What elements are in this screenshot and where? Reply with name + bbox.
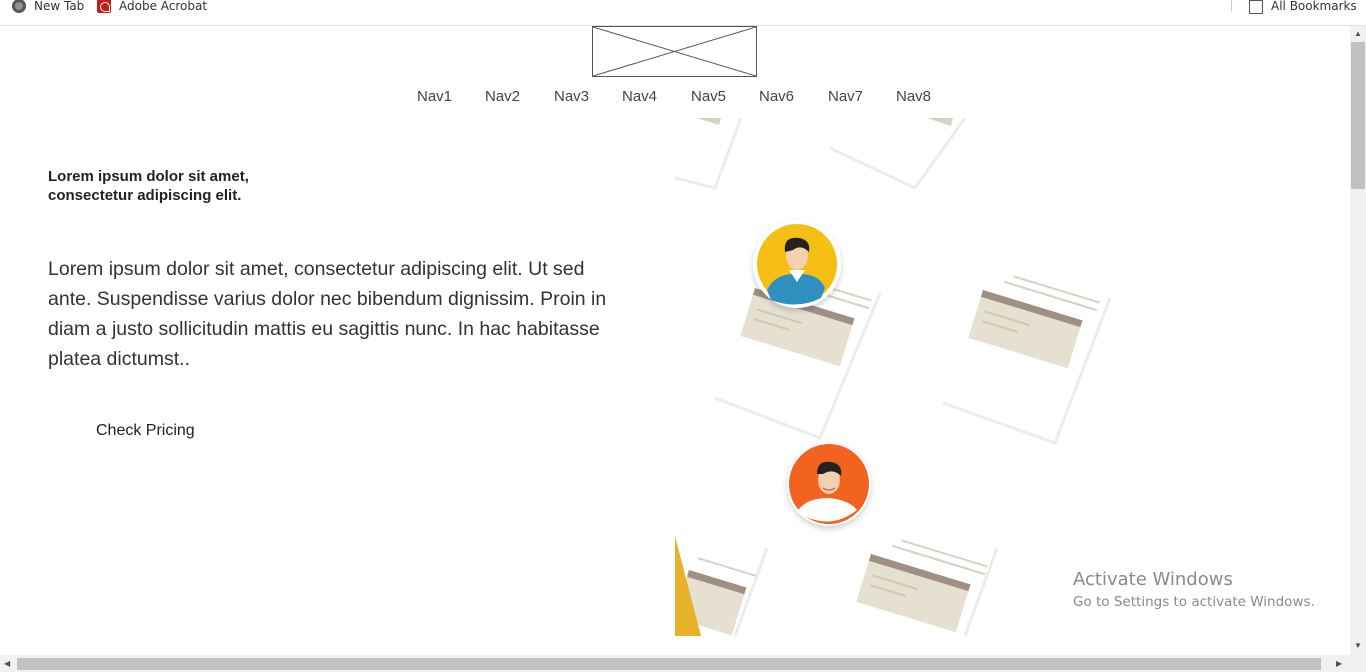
nav-item-3[interactable]: Nav3 (554, 88, 589, 105)
nav-item-5[interactable]: Nav5 (691, 88, 726, 105)
acrobat-icon (97, 0, 111, 13)
image-placeholder-icon (593, 27, 756, 76)
nav-item-6[interactable]: Nav6 (759, 88, 794, 105)
watermark-title: Activate Windows (1073, 569, 1233, 590)
bookmark-label: Adobe Acrobat (119, 0, 208, 13)
watermark-subtitle: Go to Settings to activate Windows. (1073, 594, 1315, 610)
hero-subtitle: Lorem ipsum dolor sit amet, consectetur … (48, 168, 249, 204)
nav-item-7[interactable]: Nav7 (828, 88, 863, 105)
scroll-left-arrow-icon[interactable]: ◀ (4, 660, 10, 668)
bookmark-label: New Tab (34, 0, 85, 13)
nav-item-1[interactable]: Nav1 (417, 88, 452, 105)
all-bookmarks-label: All Bookmarks (1271, 0, 1357, 13)
scroll-right-arrow-icon[interactable]: ▶ (1336, 660, 1342, 668)
bookmark-new-tab[interactable]: New Tab (12, 0, 84, 15)
nav-item-8[interactable]: Nav8 (896, 88, 931, 105)
hero-body: Lorem ipsum dolor sit amet, consectetur … (48, 258, 607, 370)
bookmarks-divider (1231, 0, 1232, 12)
globe-icon (12, 0, 26, 13)
nav-item-2[interactable]: Nav2 (485, 88, 520, 105)
folder-icon (1248, 0, 1263, 14)
main-nav: Nav1 Nav2 Nav3 Nav4 Nav5 Nav6 Nav7 Nav8 (400, 88, 950, 112)
bookmarks-bar: New Tab Adobe Acrobat All Bookmarks (0, 0, 1366, 26)
vertical-scrollbar-thumb[interactable] (1351, 42, 1365, 189)
scroll-down-arrow-icon[interactable]: ▼ (1354, 642, 1362, 650)
check-pricing-button[interactable]: Check Pricing (96, 422, 195, 440)
page-content: Nav1 Nav2 Nav3 Nav4 Nav5 Nav6 Nav7 Nav8 … (0, 26, 1350, 655)
illustration-graphic (675, 118, 1112, 636)
profile-cards-illustration (675, 118, 1125, 636)
bookmark-adobe-acrobat[interactable]: Adobe Acrobat (97, 0, 207, 15)
nav-item-4[interactable]: Nav4 (622, 88, 657, 105)
activate-windows-watermark: Activate Windows Go to Settings to activ… (1073, 569, 1315, 611)
all-bookmarks-button[interactable]: All Bookmarks (1248, 0, 1357, 15)
scroll-up-arrow-icon[interactable]: ▲ (1354, 30, 1362, 38)
horizontal-scrollbar-thumb[interactable] (17, 658, 1321, 670)
logo-placeholder[interactable] (592, 26, 757, 77)
